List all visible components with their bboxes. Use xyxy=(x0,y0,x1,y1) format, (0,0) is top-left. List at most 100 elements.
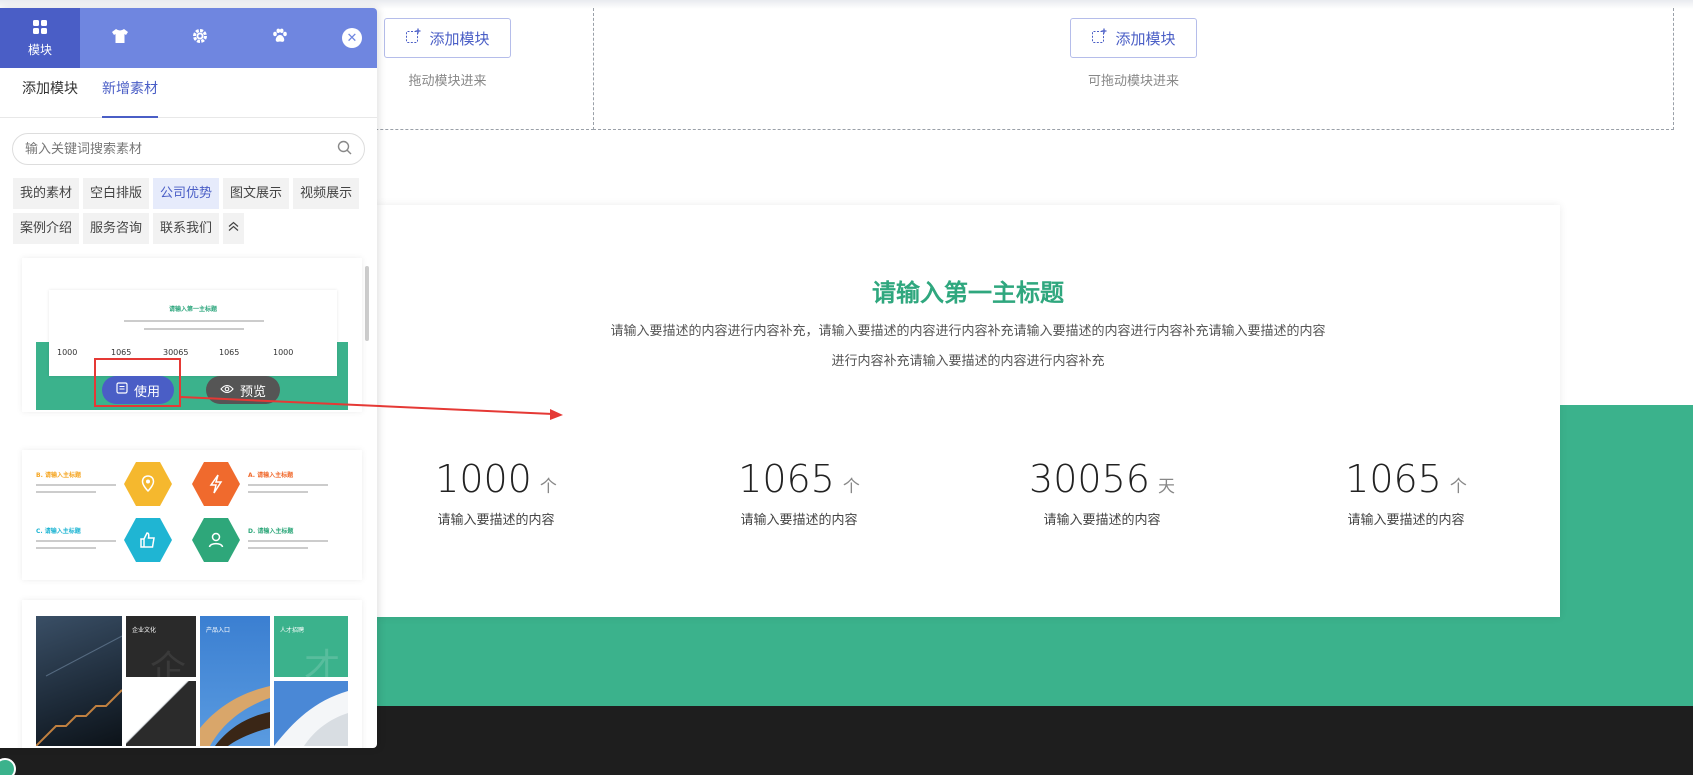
company-advantage-module[interactable]: 请输入第一主标题 请输入要描述的内容进行内容补充，请输入要描述的内容进行内容补充… xyxy=(376,205,1560,617)
culture-photo: 企业文化 企 xyxy=(126,616,196,690)
stat-unit: 天 xyxy=(1157,477,1175,497)
panel-header: 模块 ✕ xyxy=(0,8,377,68)
template-thumb-number: 1065 xyxy=(111,348,132,357)
location-pin-icon xyxy=(124,462,172,506)
template-thumb-text-line xyxy=(248,547,308,549)
material-panel: 模块 ✕ 添加模块 新增素材 我的素材 空 xyxy=(0,8,377,748)
category-contact[interactable]: 联系我们 xyxy=(153,213,220,244)
stat-item[interactable]: 1065 个 请输入要描述的内容 xyxy=(1286,457,1526,528)
recruit-photo: 人才招聘 才 xyxy=(274,616,348,688)
template-thumb-title: 请输入第一主标题 xyxy=(168,306,217,313)
add-module-icon xyxy=(405,28,421,48)
sky-architecture-photo xyxy=(274,681,348,746)
use-template-button[interactable]: 使用 xyxy=(102,376,175,404)
template-card-gallery[interactable]: 企业文化 企 产品入口 人才招聘 才 xyxy=(22,600,362,748)
photo-label: 人才招聘 xyxy=(280,627,305,634)
card-title[interactable]: 请输入第一主标题 xyxy=(376,273,1560,308)
add-module-label: 添加模块 xyxy=(429,30,490,48)
template-thumb-item-c: C. 请输入主标题 xyxy=(36,528,81,535)
sub-tabs: 添加模块 新增素材 xyxy=(0,68,377,118)
drop-zone-right[interactable]: 添加模块 可拖动模块进来 xyxy=(593,8,1674,130)
search-icon[interactable] xyxy=(337,140,352,159)
template-thumb-text-line xyxy=(36,540,116,542)
tab-paw[interactable] xyxy=(240,8,320,68)
shirt-icon xyxy=(111,28,129,48)
paw-icon xyxy=(271,27,289,49)
card-description[interactable]: 请输入要描述的内容进行内容补充，请输入要描述的内容进行内容补充请输入要描述的内容… xyxy=(606,317,1330,377)
tab-style[interactable] xyxy=(80,8,160,68)
lightning-icon xyxy=(192,462,240,506)
stat-item[interactable]: 1065 个 请输入要描述的内容 xyxy=(679,457,919,528)
drop-hint: 拖动模块进来 xyxy=(408,74,487,89)
template-thumb-item-b: B. 请输入主标题 xyxy=(36,472,81,479)
architecture-photo xyxy=(126,681,196,746)
chevron-double-up-icon xyxy=(228,221,239,236)
document-icon xyxy=(116,382,128,398)
photo-label: 企业文化 xyxy=(132,627,157,634)
category-my-materials[interactable]: 我的素材 xyxy=(13,178,80,209)
preview-template-label: 预览 xyxy=(240,384,267,400)
category-service[interactable]: 服务咨询 xyxy=(83,213,150,244)
template-thumb-text-line xyxy=(248,484,328,486)
thumbs-up-icon xyxy=(124,518,172,562)
tab-modules-label: 模块 xyxy=(27,42,52,57)
stat-label: 请输入要描述的内容 xyxy=(437,513,555,528)
category-filters: 我的素材 空白排版 公司优势 图文展示 视频展示 案例介绍 服务咨询 联系我们 xyxy=(13,178,363,244)
collapse-categories-button[interactable] xyxy=(223,213,245,244)
eye-icon xyxy=(220,383,234,398)
drop-hint: 可拖动模块进来 xyxy=(1087,74,1179,89)
stat-number: 30056 xyxy=(1029,457,1150,501)
sub-tab-new-material[interactable]: 新增素材 xyxy=(102,68,158,118)
template-thumb-card: 请输入第一主标题 1000 1065 30065 1065 1000 xyxy=(49,290,337,376)
template-card-stats[interactable]: 请输入第一主标题 1000 1065 30065 1065 1000 使用 预览 xyxy=(22,258,362,412)
stat-label: 请输入要描述的内容 xyxy=(1043,513,1161,528)
template-thumb-item-d: D. 请输入主标题 xyxy=(248,528,294,535)
user-icon xyxy=(192,518,240,562)
sub-tab-add-module[interactable]: 添加模块 xyxy=(22,68,78,118)
close-icon: ✕ xyxy=(346,30,358,46)
category-cases[interactable]: 案例介绍 xyxy=(13,213,80,244)
search-box xyxy=(12,133,365,165)
stat-label: 请输入要描述的内容 xyxy=(1347,513,1465,528)
template-thumb-number: 30065 xyxy=(163,348,189,357)
stat-unit: 个 xyxy=(1449,477,1467,497)
template-thumb-text-line xyxy=(124,320,264,322)
template-thumb-text-line xyxy=(248,540,328,542)
category-image-text[interactable]: 图文展示 xyxy=(223,178,290,209)
tab-settings[interactable] xyxy=(160,8,240,68)
add-module-button-left[interactable]: 添加模块 xyxy=(384,18,511,58)
stat-unit: 个 xyxy=(539,477,557,497)
template-thumb-text-line xyxy=(248,491,308,493)
template-thumb-text-line xyxy=(144,328,244,330)
template-thumb-number: 1000 xyxy=(57,348,78,357)
template-card-features[interactable]: B. 请输入主标题 A. 请输入主标题 C. 请输入主标题 D. 请输入主标题 xyxy=(22,450,362,580)
stat-number: 1065 xyxy=(738,457,835,501)
close-panel-button[interactable]: ✕ xyxy=(342,28,362,48)
template-thumb-item-a: A. 请输入主标题 xyxy=(248,472,294,479)
template-thumb-number: 1000 xyxy=(273,348,294,357)
template-thumb-text-line xyxy=(36,547,96,549)
stat-number: 1065 xyxy=(1345,457,1442,501)
stat-item[interactable]: 1000 个 请输入要描述的内容 xyxy=(376,457,616,528)
add-module-button[interactable]: 添加模块 xyxy=(1070,18,1197,58)
template-thumb-text-line xyxy=(36,484,116,486)
stat-label: 请输入要描述的内容 xyxy=(740,513,858,528)
material-search-input[interactable] xyxy=(25,141,337,157)
stat-item[interactable]: 30056 天 请输入要描述的内容 xyxy=(982,457,1222,528)
use-template-label: 使用 xyxy=(134,384,161,400)
tab-modules[interactable]: 模块 xyxy=(0,8,80,68)
product-photo: 产品入口 xyxy=(200,616,270,746)
preview-template-button[interactable]: 预览 xyxy=(206,376,281,404)
category-video[interactable]: 视频展示 xyxy=(293,178,360,209)
template-thumb-number: 1065 xyxy=(219,348,240,357)
photo-label: 产品入口 xyxy=(206,627,231,634)
add-module-icon xyxy=(1091,28,1107,48)
stat-number: 1000 xyxy=(435,457,532,501)
scrollbar[interactable] xyxy=(365,266,369,341)
category-blank-layout[interactable]: 空白排版 xyxy=(83,178,150,209)
stat-unit: 个 xyxy=(842,477,860,497)
category-company-advantage[interactable]: 公司优势 xyxy=(153,178,220,209)
grid-icon xyxy=(32,19,48,39)
gear-icon xyxy=(191,27,209,49)
staircase-photo xyxy=(35,616,123,747)
